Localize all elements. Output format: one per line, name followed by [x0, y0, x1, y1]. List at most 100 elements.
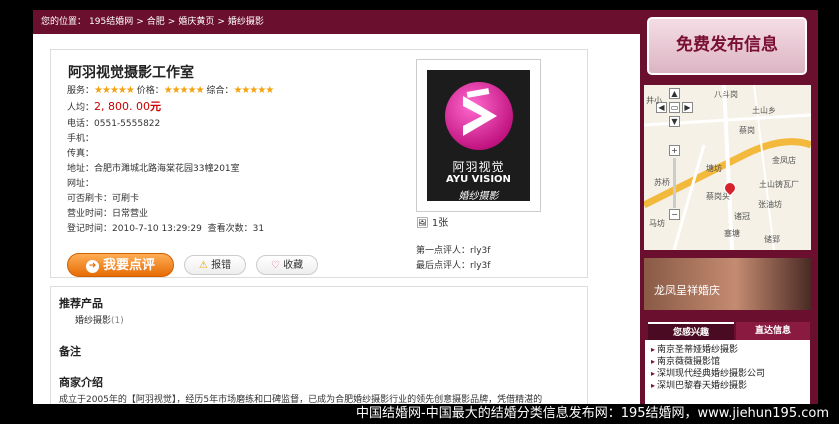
breadcrumb-yellowpages[interactable]: 婚庆黄页 [178, 17, 214, 27]
website-label: 网址： [67, 179, 95, 189]
list-item[interactable]: 深圳现代经典婚纱摄影公司 [651, 368, 810, 380]
website-row: 网址： [67, 176, 94, 189]
map-pan-up[interactable]: ▲ [669, 88, 680, 99]
products-title: 推荐产品 [59, 297, 103, 310]
logo-brand-cn: 阿羽视觉 [452, 160, 505, 174]
fax-label: 传真： [67, 149, 95, 159]
product-name: 婚纱摄影 [75, 316, 112, 326]
service-stars: ★★★★★ [94, 85, 135, 96]
details-card: 推荐产品 婚纱摄影(1) 备注 商家介绍 成立于2005年的【阿羽视觉】，经历5… [50, 286, 588, 404]
free-post-button[interactable]: 免费发布信息 [647, 17, 807, 75]
map-label: 土山铸瓦厂 [759, 180, 799, 189]
tab-interest[interactable]: 您感兴趣 [648, 322, 734, 342]
avg-value: 2, 800. 00 [94, 100, 150, 113]
report-error-button[interactable]: ⚠ 报错 [184, 255, 246, 275]
map-pan-down[interactable]: ▼ [669, 116, 680, 127]
registered-value: 2010-7-10 13:29:29 [112, 224, 202, 234]
map-label: 塘坊 [706, 164, 722, 173]
last-reviewer: 最后点评人：rly3f [416, 258, 490, 271]
first-reviewer: 第一点评人：rly3f [416, 243, 490, 256]
views-label: 查看次数： [207, 224, 253, 234]
mobile-row: 手机： [67, 131, 94, 144]
sidebar: 免费发布信息 ▲ ◀ ▭ ▶ ▼ + − 八斗岗 井小 土山乡 蔡岗 金凤店 苏… [640, 10, 818, 404]
map-label: 马坊 [649, 219, 665, 228]
map-label: 张油坊 [758, 200, 782, 209]
fax-row: 传真： [67, 146, 94, 159]
favorite-button[interactable]: ♡ 收藏 [256, 255, 318, 275]
first-reviewer-value[interactable]: rly3f [470, 246, 490, 256]
avg-label: 人均： [67, 103, 95, 113]
phone-value: 0551-5555822 [94, 119, 161, 129]
last-reviewer-label: 最后点评人： [416, 261, 471, 271]
logo-tagline: 婚纱摄影 [458, 191, 499, 201]
studio-logo-frame[interactable]: 阿羽视觉 AYU VISION 婚纱摄影 [416, 59, 541, 212]
list-item[interactable]: 南京薇薇摄影馆 [651, 356, 810, 368]
review-arrow-icon: ➜ [85, 260, 99, 273]
last-reviewer-value[interactable]: rly3f [470, 261, 490, 271]
favorite-label: 收藏 [283, 260, 304, 271]
report-label: 报错 [211, 260, 232, 271]
list-item[interactable]: 南京圣蒂娅婚纱摄影 [651, 344, 810, 356]
breadcrumb-category[interactable]: 婚纱摄影 [228, 17, 264, 27]
photo-count[interactable]: 🖼 1张 [416, 214, 448, 229]
registered-label: 登记时间： [67, 224, 113, 234]
rating-row: 服务：★★★★★ 价格：★★★★★ 综合：★★★★★ [67, 83, 274, 96]
breadcrumb-prefix: 您的位置： [41, 17, 87, 27]
map-zoom-in[interactable]: + [669, 145, 680, 156]
warning-icon: ⚠ [198, 260, 208, 271]
breadcrumb-sep: > [217, 17, 225, 27]
write-review-button[interactable]: ➜ 我要点评 [67, 253, 174, 277]
map-zoom-track[interactable] [673, 158, 676, 208]
page-frame: 您的位置： 195结婚网 > 合肥 > 婚庆黄页 > 婚纱摄影 阿羽视觉摄影工作室 服务：★★… [33, 10, 818, 404]
mobile-label: 手机： [67, 134, 95, 144]
map-label: 诸冠 [734, 212, 750, 221]
studio-name: 阿羽视觉摄影工作室 [68, 65, 194, 81]
address-label: 地址： [67, 164, 95, 174]
studio-card: 阿羽视觉摄影工作室 服务：★★★★★ 价格：★★★★★ 综合：★★★★★ 人均：… [50, 49, 588, 278]
price-stars: ★★★★★ [163, 85, 205, 96]
sidebar-tabs: 您感兴趣 直达信息 [648, 322, 810, 342]
heart-icon: ♡ [270, 260, 280, 271]
location-map[interactable]: ▲ ◀ ▭ ▶ ▼ + − 八斗岗 井小 土山乡 蔡岗 金凤店 苏桥 塘坊 土山… [644, 85, 811, 250]
address-value: 合肥市濉城北路海棠花园33幢201室 [94, 164, 240, 174]
map-label: 塞塘 [724, 229, 740, 238]
map-label: 苏桥 [654, 178, 670, 187]
studio-logo: 阿羽视觉 AYU VISION 婚纱摄影 [427, 70, 530, 201]
map-label: 储郢 [764, 235, 780, 244]
phone-row: 电话：0551-5555822 [67, 116, 160, 129]
avg-unit: 元 [150, 100, 161, 113]
breadcrumb-home[interactable]: 195结婚网 [89, 17, 133, 27]
map-label: 土山乡 [752, 106, 776, 115]
map-pan-center[interactable]: ▭ [669, 102, 680, 113]
breadcrumb-sep: > [167, 17, 176, 27]
watermark-footer: 中国结婚网-中国最大的结婚分类信息发布网：195结婚网，www.jiehun19… [356, 406, 829, 421]
image-icon: 🖼 [416, 218, 429, 229]
map-zoom-out[interactable]: − [669, 209, 680, 220]
product-count: (1) [111, 316, 124, 326]
intro-title: 商家介绍 [59, 376, 103, 389]
photo-count-value: 1张 [431, 218, 449, 229]
phone-label: 电话： [67, 119, 95, 129]
ad-text: 龙凤呈祥婚庆 [654, 284, 720, 297]
map-label: 金凤店 [772, 156, 796, 165]
map-label: 蔡岗 [739, 126, 755, 135]
free-post-label: 免费发布信息 [676, 35, 778, 55]
logo-brand-en: AYU VISION [446, 174, 511, 185]
product-item[interactable]: 婚纱摄影(1) [75, 313, 124, 326]
price-label: 价格： [136, 86, 164, 96]
tab-direct[interactable]: 直达信息 [736, 322, 810, 340]
card-label: 可否刷卡： [67, 194, 113, 204]
avg-row: 人均：2, 800. 00元 [67, 98, 161, 114]
map-label: 井小 [646, 96, 662, 105]
overall-label: 综合： [206, 86, 234, 96]
write-review-label: 我要点评 [102, 258, 155, 273]
ad-banner[interactable]: 龙凤呈祥婚庆 [644, 258, 811, 310]
address-row: 地址：合肥市濉城北路海棠花园33幢201室 [67, 161, 240, 174]
main-content: 您的位置： 195结婚网 > 合肥 > 婚庆黄页 > 婚纱摄影 阿羽视觉摄影工作室 服务：★★… [33, 10, 640, 404]
map-pan-right[interactable]: ▶ [682, 102, 693, 113]
hours-value: 日常营业 [112, 209, 149, 219]
hours-row: 营业时间：日常营业 [67, 206, 148, 219]
registered-row: 登记时间：2010-7-10 13:29:29 查看次数：31 [67, 221, 264, 234]
list-item[interactable]: 深圳巴黎春天婚纱摄影 [651, 380, 810, 392]
breadcrumb-city[interactable]: 合肥 [147, 17, 165, 27]
